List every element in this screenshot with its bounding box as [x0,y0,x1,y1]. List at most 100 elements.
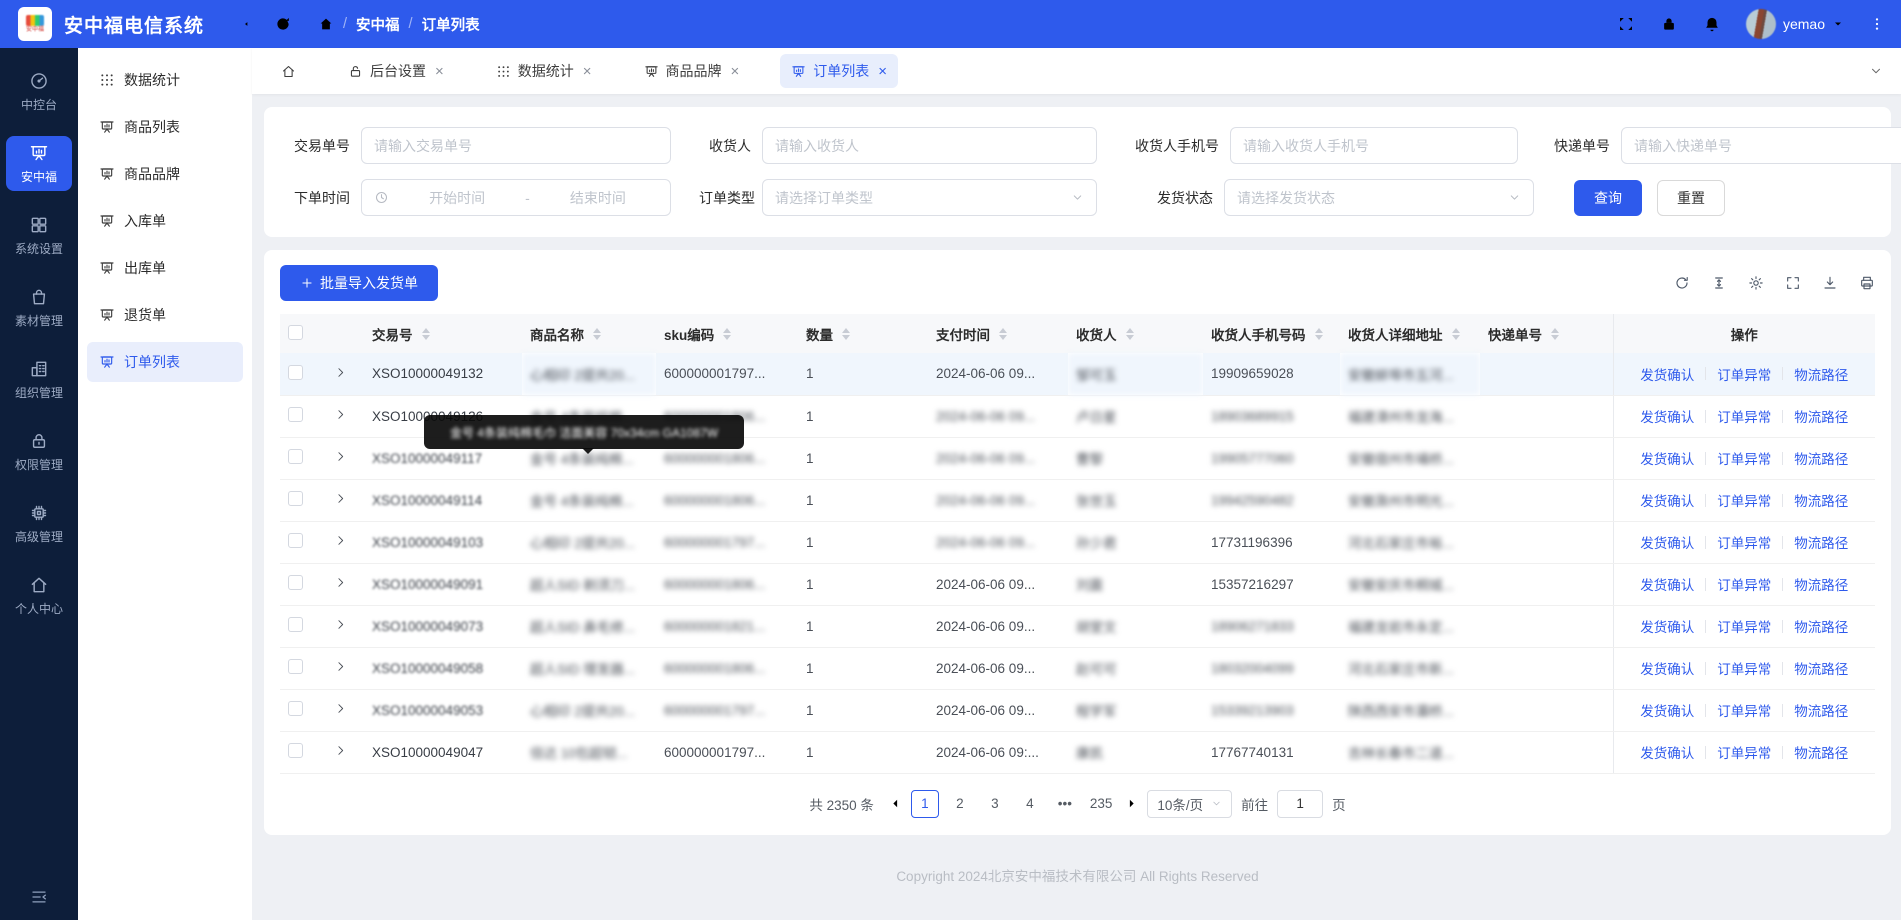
expand-row-icon[interactable] [334,660,347,673]
expand-row-icon[interactable] [334,492,347,505]
action-link-2[interactable]: 物流路径 [1783,448,1859,468]
action-link-2[interactable]: 物流路径 [1783,364,1859,384]
user-menu[interactable]: yemao [1746,9,1844,39]
action-link-0[interactable]: 发货确认 [1629,490,1705,510]
action-link-1[interactable]: 订单异常 [1706,532,1782,552]
action-link-1[interactable]: 订单异常 [1706,406,1782,426]
ship-status-select[interactable]: 请选择发货状态 [1224,179,1534,216]
rail-item-profile[interactable]: 个人中心 [6,568,72,623]
batch-import-button[interactable]: 批量导入发货单 [280,265,438,301]
receiver-phone-input[interactable] [1230,127,1518,164]
tab-close-icon[interactable]: × [731,64,740,79]
action-link-2[interactable]: 物流路径 [1783,574,1859,594]
trade-no-input[interactable] [361,127,671,164]
tab-data-stats[interactable]: 数据统计× [485,54,603,88]
sort-icon[interactable] [999,328,1007,340]
rail-item-organization[interactable]: 组织管理 [6,352,72,407]
prev-page-icon[interactable] [889,797,902,810]
breadcrumb-home-icon[interactable] [318,16,334,32]
row-checkbox[interactable] [288,365,303,380]
action-link-1[interactable]: 订单异常 [1706,490,1782,510]
action-link-2[interactable]: 物流路径 [1783,700,1859,720]
action-link-2[interactable]: 物流路径 [1783,616,1859,636]
action-link-1[interactable]: 订单异常 [1706,616,1782,636]
row-checkbox[interactable] [288,407,303,422]
refresh-icon[interactable] [1674,275,1690,291]
printer-icon[interactable] [1859,275,1875,291]
tab-list-chevron-icon[interactable] [1869,64,1883,78]
action-link-0[interactable]: 发货确认 [1629,364,1705,384]
action-link-2[interactable]: 物流路径 [1783,490,1859,510]
action-link-0[interactable]: 发货确认 [1629,742,1705,762]
expand-row-icon[interactable] [334,618,347,631]
tab-close-icon[interactable]: × [583,64,592,79]
expand-row-icon[interactable] [334,534,347,547]
action-link-2[interactable]: 物流路径 [1783,532,1859,552]
sort-icon[interactable] [422,328,430,340]
page-number-4[interactable]: 4 [1016,790,1044,818]
menu-collapse-icon[interactable] [232,15,250,33]
action-link-0[interactable]: 发货确认 [1629,700,1705,720]
lock-screen-icon[interactable] [1660,15,1678,33]
page-number-2[interactable]: 2 [946,790,974,818]
action-link-1[interactable]: 订单异常 [1706,448,1782,468]
gear-icon[interactable] [1748,275,1764,291]
rail-item-console[interactable]: 中控台 [6,64,72,119]
sort-icon[interactable] [593,328,601,340]
sort-icon[interactable] [1126,328,1134,340]
tab-order-list[interactable]: 订单列表× [780,54,898,88]
sidebar-item-product-list[interactable]: 商品列表 [87,107,243,147]
row-checkbox[interactable] [288,491,303,506]
sort-icon[interactable] [842,328,850,340]
sort-icon[interactable] [1452,328,1460,340]
avatar[interactable] [1746,9,1776,39]
action-link-0[interactable]: 发货确认 [1629,616,1705,636]
sidebar-item-order-list[interactable]: 订单列表 [87,342,243,382]
reset-button[interactable]: 重置 [1657,180,1725,216]
expand-row-icon[interactable] [334,408,347,421]
row-checkbox[interactable] [288,533,303,548]
page-number-3[interactable]: 3 [981,790,1009,818]
row-checkbox[interactable] [288,659,303,674]
select-all-checkbox[interactable] [288,325,303,340]
action-link-1[interactable]: 订单异常 [1706,364,1782,384]
expand-icon[interactable] [1785,275,1801,291]
sidebar-item-returns[interactable]: 退货单 [87,295,243,335]
action-link-0[interactable]: 发货确认 [1629,574,1705,594]
tab-home[interactable] [270,57,307,86]
action-link-1[interactable]: 订单异常 [1706,658,1782,678]
rail-item-system-settings[interactable]: 系统设置 [6,208,72,263]
tab-product-brand[interactable]: 商品品牌× [633,54,751,88]
tab-close-icon[interactable]: × [435,64,444,79]
expand-row-icon[interactable] [334,366,347,379]
goto-page-input[interactable] [1277,790,1323,818]
sidebar-item-inbound[interactable]: 入库单 [87,201,243,241]
action-link-0[interactable]: 发货确认 [1629,658,1705,678]
more-options-icon[interactable] [1869,15,1885,33]
row-checkbox[interactable] [288,701,303,716]
rail-item-anzhongfu[interactable]: 安中福 [6,136,72,191]
next-page-icon[interactable] [1125,797,1138,810]
sidebar-item-outbound[interactable]: 出库单 [87,248,243,288]
rail-item-material[interactable]: 素材管理 [6,280,72,335]
rowheight-icon[interactable] [1711,275,1727,291]
row-checkbox[interactable] [288,449,303,464]
page-number-1[interactable]: 1 [911,790,939,818]
action-link-1[interactable]: 订单异常 [1706,742,1782,762]
action-link-0[interactable]: 发货确认 [1629,448,1705,468]
tab-backend-settings[interactable]: 后台设置× [337,54,455,88]
express-no-input[interactable] [1621,127,1901,164]
action-link-1[interactable]: 订单异常 [1706,574,1782,594]
tab-close-icon[interactable]: × [878,64,887,79]
action-link-0[interactable]: 发货确认 [1629,406,1705,426]
refresh-icon[interactable] [274,15,292,33]
row-checkbox[interactable] [288,617,303,632]
sort-icon[interactable] [1315,328,1323,340]
sidebar-item-data-stats[interactable]: 数据统计 [87,60,243,100]
breadcrumb-section[interactable]: 安中福 [356,14,400,35]
expand-row-icon[interactable] [334,744,347,757]
download-icon[interactable] [1822,275,1838,291]
sort-icon[interactable] [723,328,731,340]
action-link-2[interactable]: 物流路径 [1783,658,1859,678]
sidebar-item-product-brand[interactable]: 商品品牌 [87,154,243,194]
